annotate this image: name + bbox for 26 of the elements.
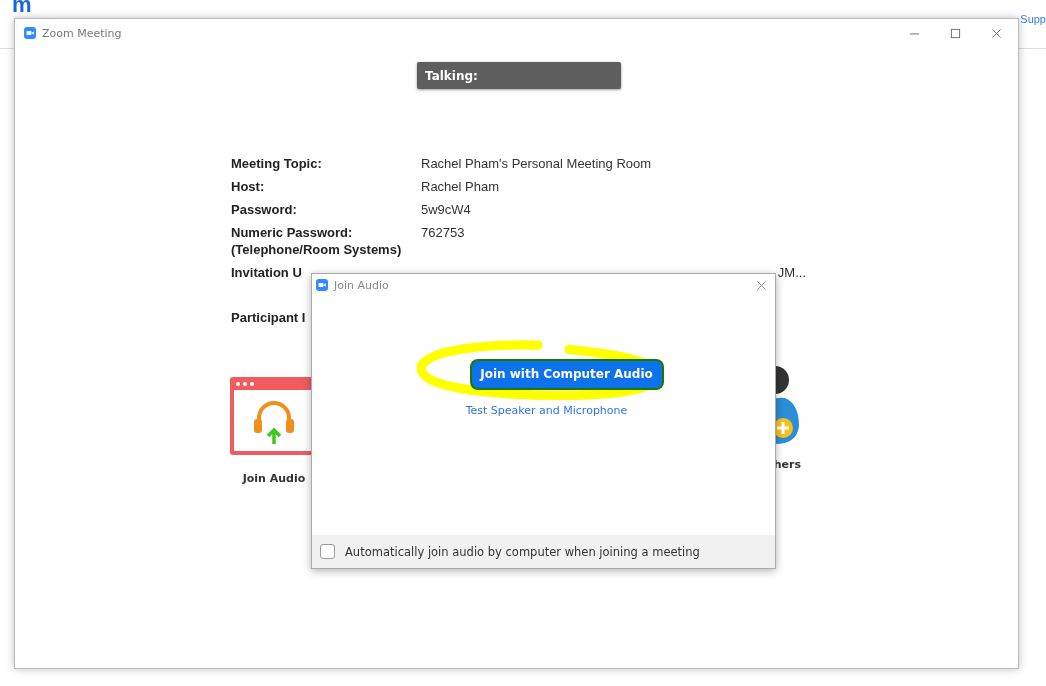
info-label: Host: [231, 178, 266, 195]
camera-icon [316, 279, 328, 291]
checkbox[interactable] [320, 544, 335, 559]
camera-icon [24, 27, 36, 39]
logo[interactable]: m [12, 0, 32, 13]
info-value: JM... [777, 264, 806, 281]
info-label: Password: [231, 201, 298, 218]
dialog-title: Join Audio [334, 278, 390, 292]
info-value: 762753 [421, 224, 466, 242]
maximize-icon[interactable] [950, 27, 961, 39]
close-icon[interactable] [991, 27, 1002, 39]
info-label: Participant I [231, 309, 307, 326]
window-title: Zoom Meeting [42, 26, 123, 40]
support-link[interactable]: Supp [1020, 13, 1046, 25]
close-icon[interactable] [756, 279, 767, 291]
info-value: Rachel Pham's Personal Meeting Room [421, 155, 653, 172]
info-label: Numeric Password: (Telephone/Room Systems) [231, 224, 403, 258]
join-computer-audio-button[interactable]: Join with Computer Audio [471, 360, 662, 388]
talking-indicator: Talking: [417, 62, 621, 89]
info-value: 5w9cW4 [421, 201, 472, 218]
info-value: Rachel Pham [421, 178, 501, 195]
info-label: Meeting Topic: [231, 155, 323, 172]
info-label: Invitation U [231, 264, 303, 281]
checkbox-label: Automatically join audio by computer when joining a meeting [345, 544, 700, 559]
action-label: Join Audio [242, 472, 306, 485]
test-speaker-link[interactable]: Test Speaker and Microphone [465, 404, 628, 417]
